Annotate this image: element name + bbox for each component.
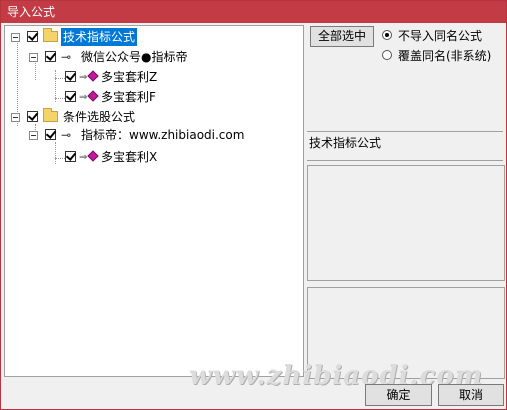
tree-node-label[interactable]: 多宝套利X bbox=[101, 148, 157, 166]
key-icon: ⊸ bbox=[61, 50, 72, 64]
checkbox-formula-f[interactable] bbox=[65, 91, 76, 102]
link-icon: ⇒ bbox=[79, 72, 88, 83]
option-label[interactable]: 不导入同名公式 bbox=[398, 27, 482, 44]
title-bar: 导入公式 bbox=[1, 1, 506, 23]
cancel-button[interactable]: 取消 bbox=[438, 384, 504, 406]
radio-no-import-duplicates[interactable] bbox=[382, 30, 392, 40]
collapse-toggle-icon[interactable] bbox=[29, 53, 38, 62]
checkbox-stock-screening[interactable] bbox=[27, 111, 38, 122]
formula-type-label: 技术指标公式 bbox=[309, 136, 382, 150]
tree-node-wechat-account[interactable]: ⊸ 微信公众号●指标帝 bbox=[5, 48, 303, 66]
collapse-toggle-icon[interactable] bbox=[11, 113, 20, 122]
folder-icon bbox=[43, 28, 58, 42]
key-icon: ⊸ bbox=[61, 128, 72, 142]
checkbox-indicator-site[interactable] bbox=[45, 129, 56, 140]
radio-overwrite-duplicates[interactable] bbox=[382, 50, 392, 60]
select-all-button[interactable]: 全部选中 bbox=[310, 26, 374, 47]
checkbox-formula-x[interactable] bbox=[65, 151, 76, 162]
dialog-title: 导入公式 bbox=[7, 5, 56, 19]
checkbox-wechat-account[interactable] bbox=[45, 51, 56, 62]
collapse-toggle-icon[interactable] bbox=[29, 131, 38, 140]
tree-node-stock-screening[interactable]: 条件选股公式 bbox=[5, 108, 303, 126]
tree-node-indicator-site[interactable]: ⊸ 指标帝：www.zhibiaodi.com bbox=[5, 126, 303, 144]
checkbox-formula-z[interactable] bbox=[65, 71, 76, 82]
tree-node-label[interactable]: 技术指标公式 bbox=[61, 28, 138, 46]
formula-diamond-icon bbox=[87, 70, 99, 82]
formula-info-panel bbox=[307, 165, 505, 281]
formula-tree[interactable]: 技术指标公式 ⊸ 微信公众号●指标帝 ⇒ 多宝套利Z ⇒ 多宝套利F 条件选股公… bbox=[4, 25, 304, 377]
tree-node-label[interactable]: 条件选股公式 bbox=[63, 108, 135, 126]
tree-node-label[interactable]: 指标帝：www.zhibiaodi.com bbox=[81, 126, 244, 144]
tree-node-label[interactable]: 多宝套利Z bbox=[101, 68, 157, 86]
formula-diamond-icon bbox=[87, 150, 99, 162]
tree-node-formula-f[interactable]: ⇒ 多宝套利F bbox=[5, 88, 303, 106]
ok-button[interactable]: 确定 bbox=[365, 384, 432, 406]
checkbox-technical-formulas[interactable] bbox=[27, 31, 38, 42]
import-formula-dialog: 导入公式 技术指标公式 ⊸ 微信公众号●指标帝 ⇒ 多宝套利Z ⇒ 多宝套利F … bbox=[0, 0, 507, 410]
option-label[interactable]: 覆盖同名(非系统) bbox=[398, 47, 491, 64]
collapse-toggle-icon[interactable] bbox=[11, 33, 20, 42]
tree-node-formula-z[interactable]: ⇒ 多宝套利Z bbox=[5, 68, 303, 86]
formula-type-box: 技术指标公式 bbox=[307, 131, 503, 161]
tree-node-label[interactable]: 多宝套利F bbox=[101, 88, 156, 106]
formula-diamond-icon bbox=[87, 90, 99, 102]
tree-node-label[interactable]: 微信公众号●指标帝 bbox=[81, 48, 187, 66]
folder-icon bbox=[43, 108, 58, 122]
tree-node-technical-formulas[interactable]: 技术指标公式 bbox=[5, 28, 303, 46]
link-icon: ⇒ bbox=[79, 92, 88, 103]
link-icon: ⇒ bbox=[79, 152, 88, 163]
tree-node-formula-x[interactable]: ⇒ 多宝套利X bbox=[5, 148, 303, 166]
